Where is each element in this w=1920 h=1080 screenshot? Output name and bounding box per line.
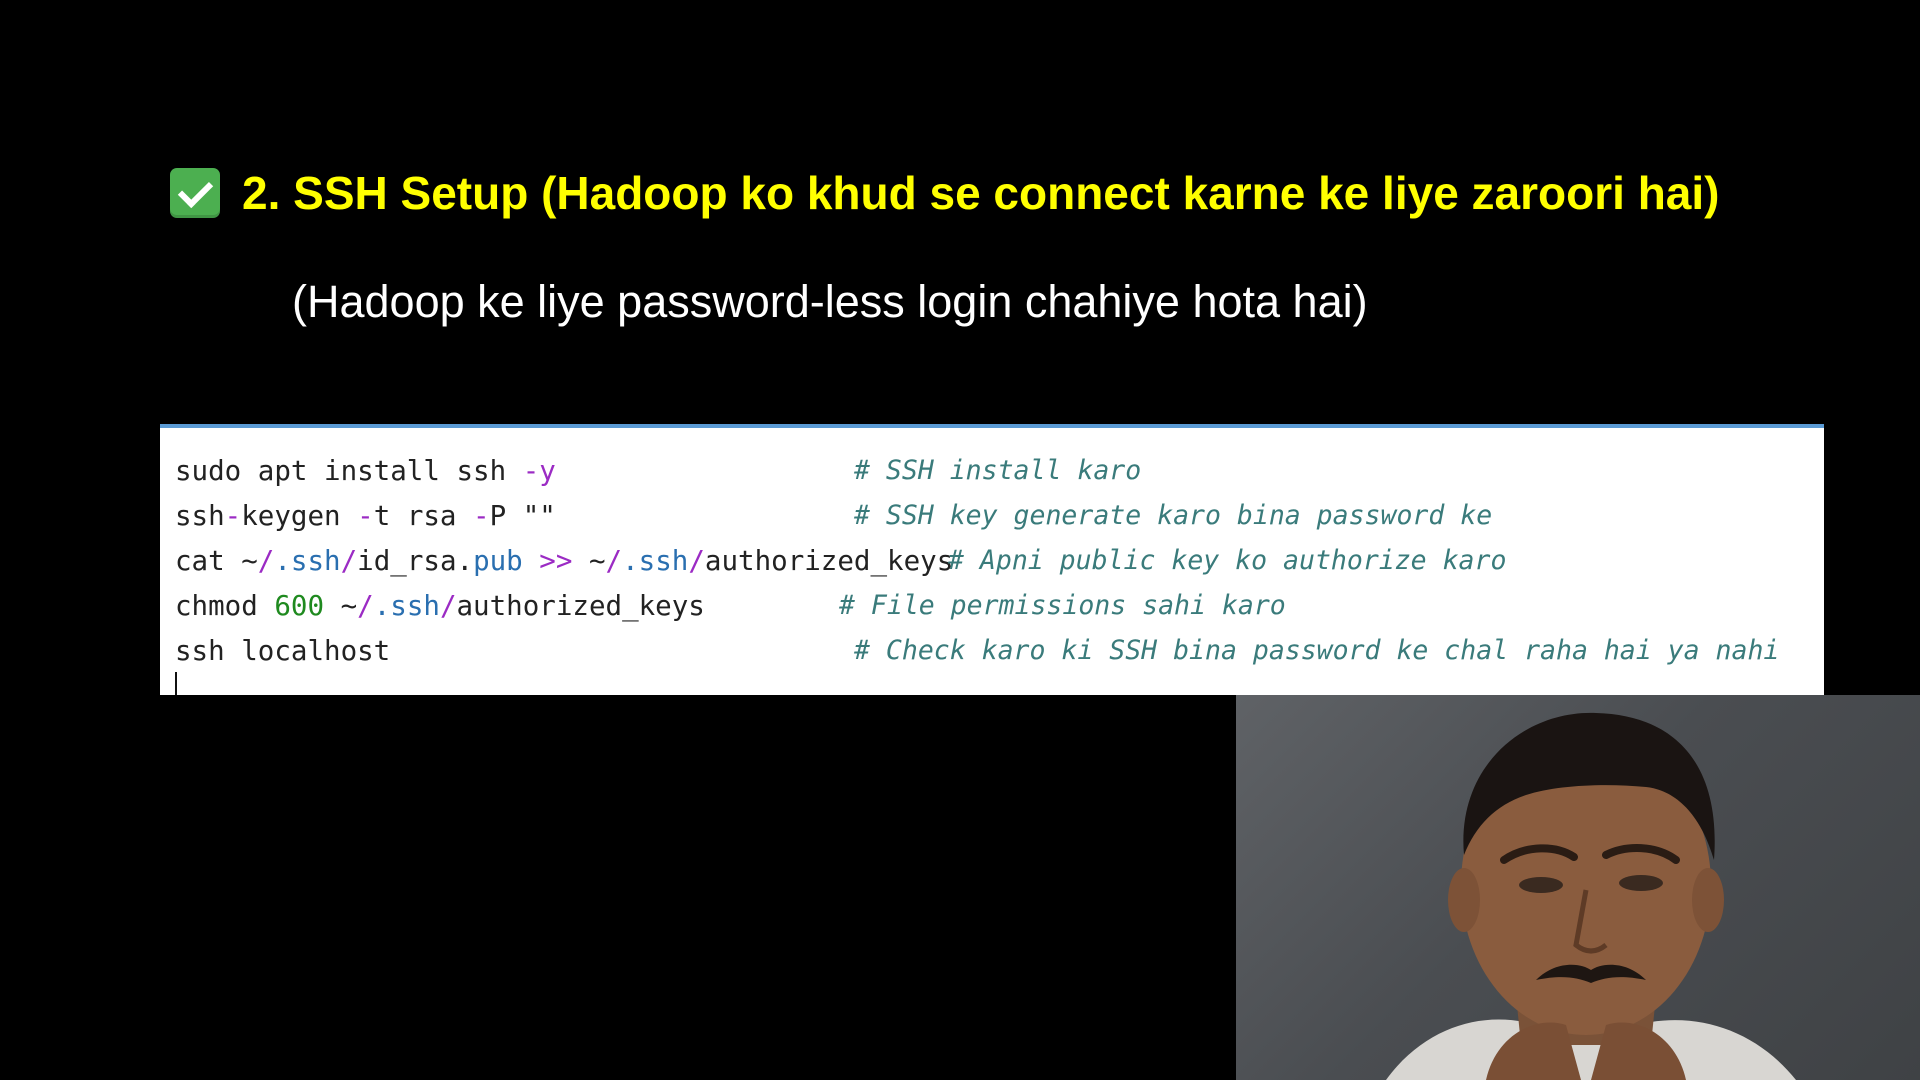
text-cursor	[175, 672, 177, 695]
code-comment: # Check karo ki SSH bina password ke cha…	[854, 635, 1780, 666]
code-line: cat ~/.ssh/id_rsa.pub >> ~/.ssh/authoriz…	[175, 541, 953, 581]
code-token: -	[224, 500, 242, 532]
code-token: .ssh	[622, 545, 689, 577]
code-token: /	[439, 590, 457, 622]
slide-stage: 2. SSH Setup (Hadoop ko khud se connect …	[0, 0, 1920, 1080]
code-token: P ""	[489, 500, 556, 532]
code-token: ~	[572, 545, 606, 577]
code-token: keygen	[241, 500, 358, 532]
code-token: ssh	[175, 500, 225, 532]
slide-heading: 2. SSH Setup (Hadoop ko khud se connect …	[170, 163, 1719, 223]
code-comment: # File permissions sahi karo	[839, 590, 1286, 621]
subheading-text: (Hadoop ke liye password-less login chah…	[292, 276, 1368, 327]
code-line: chmod 600 ~/.ssh/authorized_keys	[175, 586, 705, 626]
code-token: authorized_keys	[704, 545, 954, 577]
code-token: -	[357, 500, 374, 532]
presenter-video-frame	[1386, 712, 1796, 1080]
code-line: ssh-keygen -t rsa -P ""	[175, 496, 556, 536]
code-token: sudo apt install ssh	[175, 455, 523, 487]
code-token: .ssh	[373, 590, 440, 622]
code-token: t rsa	[373, 500, 474, 532]
code-token: /	[340, 545, 358, 577]
code-token: -	[473, 500, 490, 532]
webcam-overlay	[1236, 695, 1920, 1080]
heading-text: 2. SSH Setup (Hadoop ko khud se connect …	[242, 167, 1720, 219]
code-token: /	[357, 590, 374, 622]
code-token: authorized_keys	[456, 590, 705, 622]
code-token: /	[605, 545, 623, 577]
code-token: -y	[522, 455, 556, 487]
code-line: ssh localhost	[175, 631, 390, 671]
code-comment: # SSH install karo	[854, 455, 1142, 486]
check-mark-icon	[170, 168, 220, 218]
code-token: /	[257, 545, 275, 577]
code-line: sudo apt install ssh -y	[175, 451, 556, 491]
code-comment: # SSH key generate karo bina password ke	[854, 500, 1493, 531]
code-token: id_rsa.	[357, 545, 474, 577]
code-token: >>	[539, 545, 573, 577]
code-token: ssh localhost	[175, 635, 391, 667]
code-token: 600	[274, 590, 325, 622]
code-token: /	[688, 545, 705, 577]
code-token: ~	[324, 590, 358, 622]
code-comment: # Apni public key ko authorize karo	[948, 545, 1507, 576]
code-editor-panel[interactable]: sudo apt install ssh -y # SSH install ka…	[160, 424, 1824, 695]
code-token: chmod	[175, 590, 275, 622]
code-token: .ssh	[274, 545, 341, 577]
code-token: pub	[473, 545, 523, 577]
code-token: cat ~	[175, 545, 258, 577]
